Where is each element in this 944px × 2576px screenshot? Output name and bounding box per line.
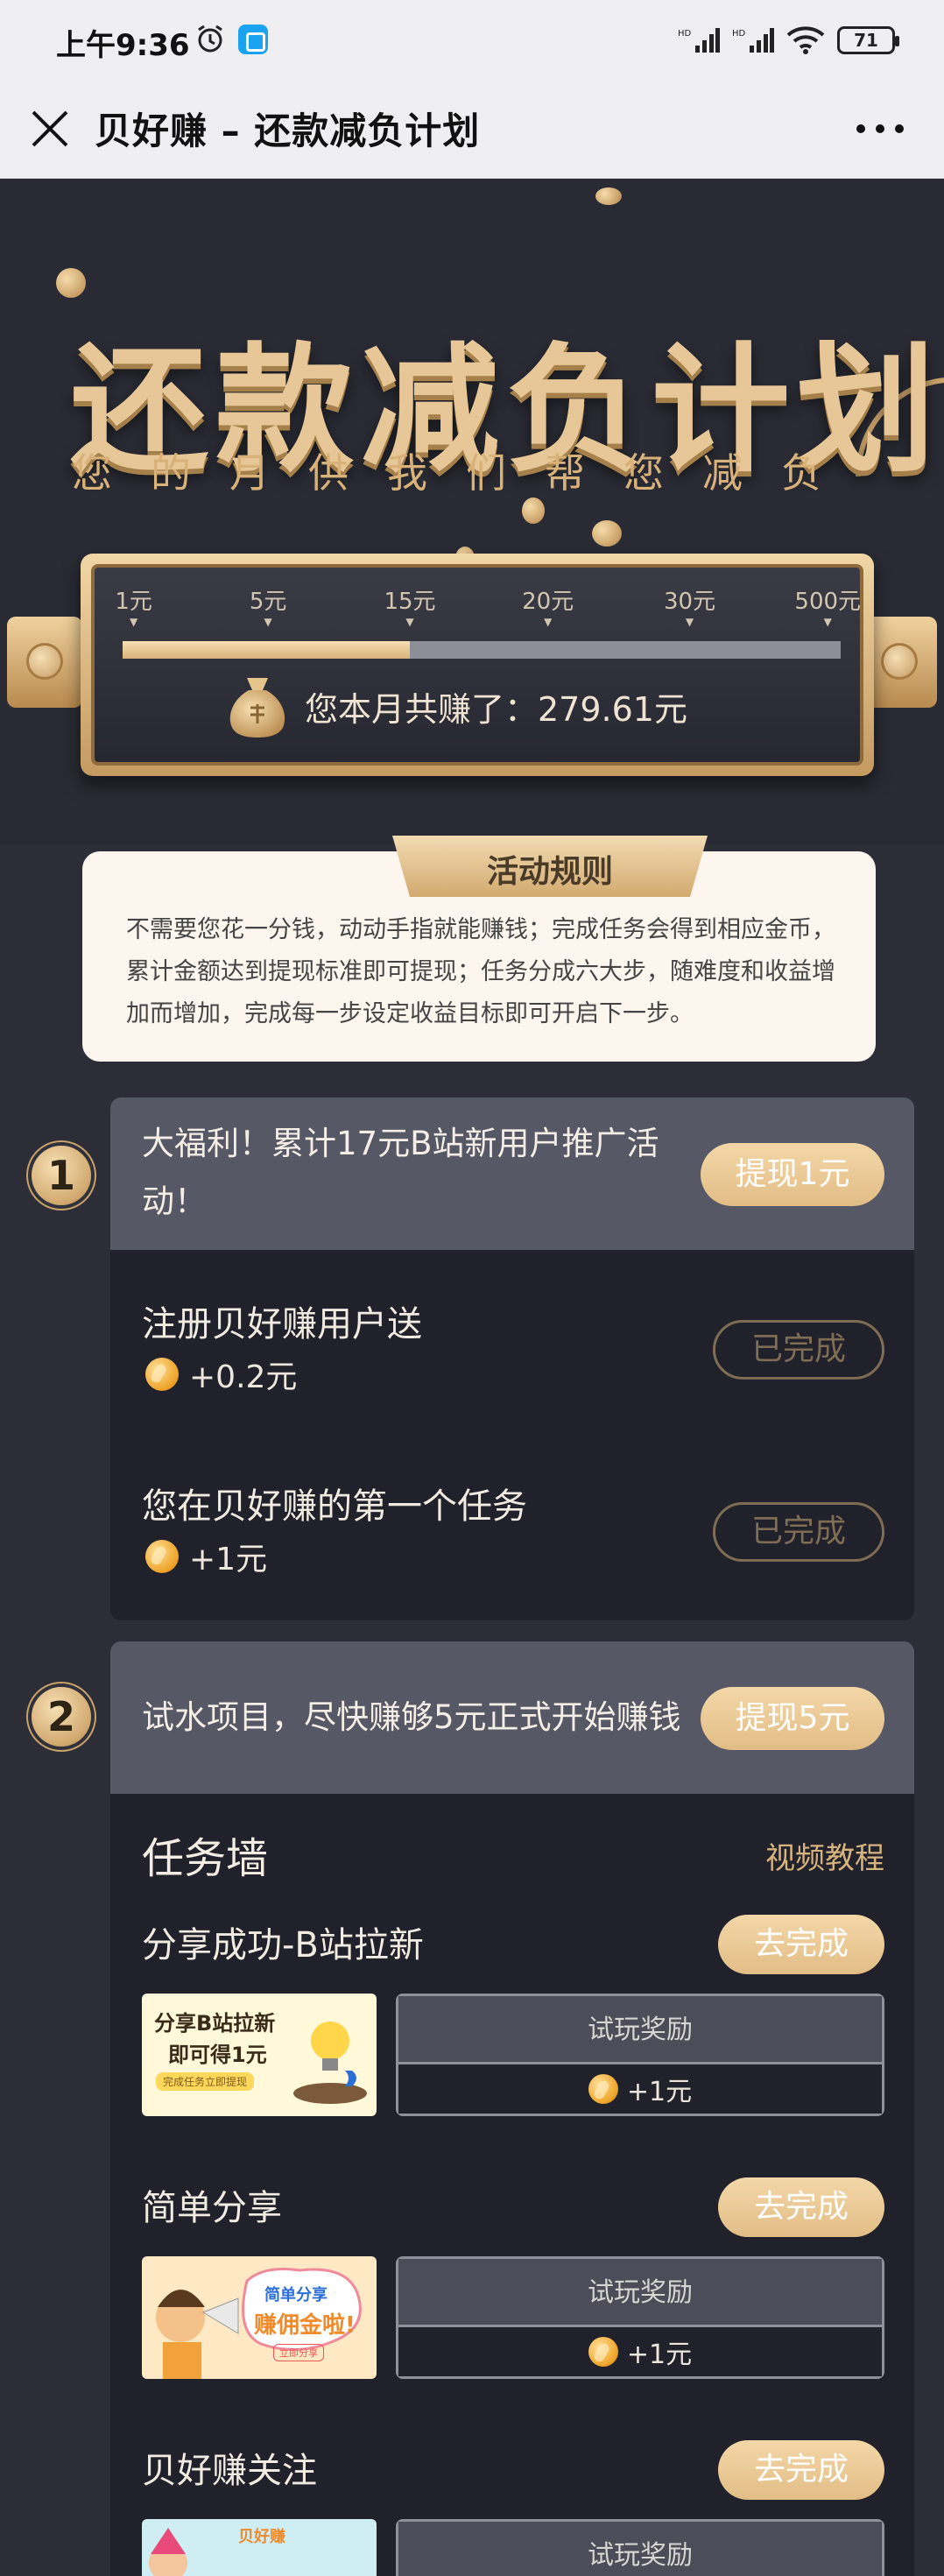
task-wall-title: 任务墙 [142,1834,269,1883]
wall-task-name: 分享成功-B站拉新 [142,1925,424,1966]
task-completed-badge: 已完成 [713,1502,884,1562]
reward-title: 试玩奖励 [398,2259,882,2327]
task-thumbnail[interactable]: 贝好赚 [142,2519,377,2576]
coin-decoration [592,520,622,547]
rules-header: 活动规则 [375,836,725,897]
reward-box: 试玩奖励 +1元 [396,2256,884,2379]
task-thumbnail[interactable]: 分享B站拉新 即可得1元 完成任务立即提现 [142,1994,377,2116]
rules-text: 不需要您花一分钱，动动手指就能赚钱；完成任务会得到相应金币，累计金额达到提现标准… [126,916,835,1027]
thumb-line2: 赚佣金啦! [254,2312,356,2339]
app-notification-icon [238,25,268,54]
wifi-icon [786,26,825,54]
reward-amount: +1元 [626,2340,693,2370]
page-title: 贝好赚 – 还款减负计划 [95,109,481,152]
alarm-clock-icon [198,25,222,53]
reward-amount: +1元 [626,2077,693,2107]
task-name: 注册贝好赚用户送 [142,1304,422,1344]
withdraw-5-button[interactable]: 提现5元 [701,1687,884,1750]
wall-task-name: 贝好赚关注 [142,2451,317,2491]
task-reward: +1元 [145,1534,267,1579]
step-1-headline: 大福利！累计17元B站新用户推广活动！ [142,1125,659,1220]
lightbulb-icon [293,2022,367,2104]
progress-ticks: 1元 5元 15元 20元 30元 500元 [115,583,861,628]
task-name: 您在贝好赚的第一个任务 [142,1486,527,1527]
thumb-line1: 简单分享 [264,2286,328,2304]
task-completed-badge: 已完成 [713,1320,884,1380]
reward-box: 试玩奖励 [396,2519,884,2576]
coin-decoration [56,268,86,298]
battery-level: 71 [854,30,878,51]
go-complete-button[interactable]: 去完成 [718,1915,884,1974]
nav-bar: 贝好赚 – 还款减负计划 [0,81,944,179]
rules-panel: 活动规则 不需要您花一分钱，动动手指就能赚钱；完成任务会得到相应金币，累计金额达… [82,836,876,1062]
progress-bar [123,641,841,659]
signal-icon-2: HD [732,28,774,53]
progress-panel: 1元 5元 15元 20元 30元 500元 您本月共赚了：279.61元 [81,554,874,776]
hero-banner: 还款减负计划 您的月供我们帮您减负 1元 5元 15元 20元 30元 500元 [0,179,944,844]
thumb-line2: 即可得1元 [168,2043,267,2067]
coin-icon [145,1540,179,1573]
reward-title: 试玩奖励 [398,2522,882,2576]
task-reward-amount: +1元 [189,1542,268,1577]
status-bar: 上午9:36 HD HD 71 [0,0,944,81]
signal-hd-label: HD [678,29,692,39]
coin-decoration [522,498,545,524]
task-thumbnail[interactable]: 简单分享 赚佣金啦! 立即分享 [142,2256,377,2379]
coin-decoration [595,187,622,205]
video-tutorial-link[interactable]: 视频教程 [765,1834,884,1877]
tick-label: 20元 [522,583,574,628]
signal-hd-label-2: HD [732,29,746,39]
close-icon[interactable] [26,105,74,152]
cartoon-illustration-icon [149,2528,187,2576]
step-1-badge: 1 [32,1146,91,1205]
step-1-card: 大福利！累计17元B站新用户推广活动！ 提现1元 注册贝好赚用户送 +0.2元 … [110,1097,914,1620]
step-2-badge: 2 [32,1687,91,1747]
frame-bolt-left [7,617,82,708]
tick-label: 5元 [250,583,287,628]
go-complete-button[interactable]: 去完成 [718,2440,884,2500]
coin-icon [588,2074,618,2104]
rules-title: 活动规则 [486,854,613,890]
thumb-note: 完成任务立即提现 [156,2072,255,2091]
tick-label: 1元 [115,583,152,628]
coin-icon [145,1358,179,1391]
coin-icon [588,2337,618,2367]
tick-label: 30元 [664,583,715,628]
tick-label: 500元 [794,583,861,628]
battery-icon: 71 [837,26,899,54]
wall-task-name: 简单分享 [142,2188,282,2228]
step-2-headline: 试水项目，尽快赚够5元正式开始赚钱 [142,1698,681,1736]
thumb-note: 立即分享 [273,2344,324,2361]
task-reward-amount: +0.2元 [189,1359,298,1395]
more-menu-icon[interactable] [849,107,911,151]
progress-fill [123,641,410,659]
earned-amount: 您本月共赚了：279.61元 [305,689,687,729]
signal-icon: HD [678,28,720,53]
withdraw-1-button[interactable]: 提现1元 [701,1143,884,1206]
status-time: 上午9:36 [56,28,190,63]
task-reward: +0.2元 [145,1352,297,1397]
step-2-card: 试水项目，尽快赚够5元正式开始赚钱 提现5元 任务墙 视频教程 分享成功-B站拉… [110,1641,914,2576]
thumb-line1: 分享B站拉新 [154,2011,276,2036]
reward-title: 试玩奖励 [398,1996,882,2064]
hero-subtitle: 您的月供我们帮您减负 [72,449,860,497]
reward-box: 试玩奖励 +1元 [396,1994,884,2116]
go-complete-button[interactable]: 去完成 [718,2177,884,2237]
money-bag-icon [229,678,285,738]
tick-label: 15元 [384,583,435,628]
step-1-header: 大福利！累计17元B站新用户推广活动！ 提现1元 [110,1097,914,1250]
step-2-header: 试水项目，尽快赚够5元正式开始赚钱 提现5元 [110,1641,914,1794]
